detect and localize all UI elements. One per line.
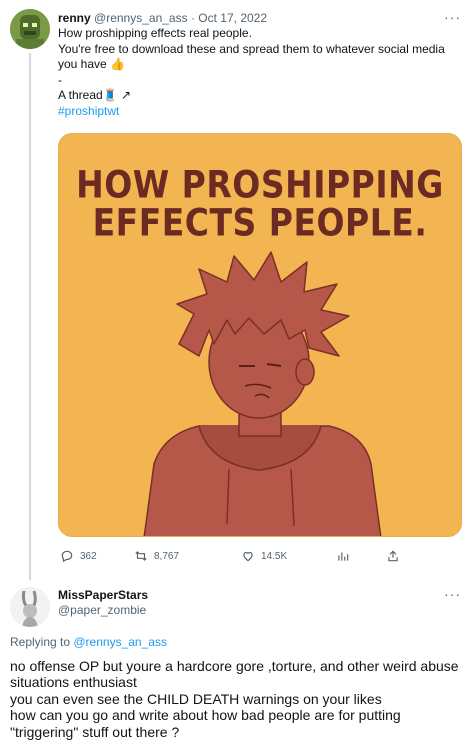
share-button[interactable] [386, 546, 400, 566]
retweet-icon [135, 551, 147, 561]
avatar-image [10, 587, 50, 627]
tweet-line: - [58, 72, 62, 87]
heart-icon [243, 552, 253, 562]
analytics-icon [338, 552, 349, 561]
reply-button[interactable]: 362 [60, 546, 97, 566]
avatar-image [10, 9, 50, 49]
tweet-text: How proshipping effects real people. You… [58, 26, 463, 119]
reply-icon [61, 550, 73, 563]
image-title: HOW PROSHIPPING EFFECTS PEOPLE. [59, 162, 461, 245]
retweet-button[interactable]: 8,767 [134, 546, 179, 566]
thread-connector [29, 53, 31, 580]
replying-to: Replying to @rennys_an_ass [10, 635, 167, 649]
tweet-image[interactable]: HOW PROSHIPPING EFFECTS PEOPLE. [58, 133, 462, 537]
tweet-date[interactable]: Oct 17, 2022 [198, 11, 267, 25]
retweet-count: 8,767 [154, 550, 180, 562]
replying-prefix: Replying to [10, 635, 74, 649]
more-options-icon[interactable]: ··· [444, 9, 461, 25]
user-handle[interactable]: @rennys_an_ass [94, 11, 188, 25]
like-button[interactable]: 14.5K [241, 546, 287, 566]
display-name[interactable]: renny [58, 11, 91, 25]
mention-link[interactable]: @rennys_an_ass [73, 635, 167, 649]
tweet-line: how can you go and write about how bad p… [10, 707, 401, 740]
image-title-line: HOW PROSHIPPING [76, 162, 444, 207]
user-handle[interactable]: @paper_zombie [58, 603, 146, 617]
tweet-text: no offense OP but youre a hardcore gore … [10, 658, 470, 740]
separator: · [190, 11, 195, 25]
tweet-original: renny @rennys_an_ass · Oct 17, 2022 ··· … [0, 0, 475, 580]
tweet-line: no offense OP but youre a hardcore gore … [10, 658, 459, 691]
avatar[interactable] [10, 9, 50, 49]
image-title-line: EFFECTS PEOPLE. [92, 200, 428, 245]
share-icon [388, 550, 398, 562]
reply-count: 362 [80, 550, 97, 562]
tweet-line: How proshipping effects real people. [58, 26, 252, 40]
tweet-line: you can even see the CHILD DEATH warning… [10, 690, 382, 707]
action-bar: 362 8,767 14.5K [58, 546, 463, 566]
tweet-header: renny @rennys_an_ass · Oct 17, 2022 [58, 11, 267, 26]
views-button[interactable] [336, 546, 350, 566]
like-count: 14.5K [261, 550, 288, 562]
tweet-reply: MissPaperStars @paper_zombie ··· Replyin… [0, 580, 475, 744]
hashtag-link[interactable]: #proshiptwt [58, 104, 119, 118]
tweet-line: A thread🧵 ↗ [58, 88, 132, 102]
more-options-icon[interactable]: ··· [444, 586, 461, 602]
display-name[interactable]: MissPaperStars [58, 588, 148, 602]
tweet-line: You're free to download these and spread… [58, 41, 445, 72]
avatar[interactable] [10, 587, 50, 627]
